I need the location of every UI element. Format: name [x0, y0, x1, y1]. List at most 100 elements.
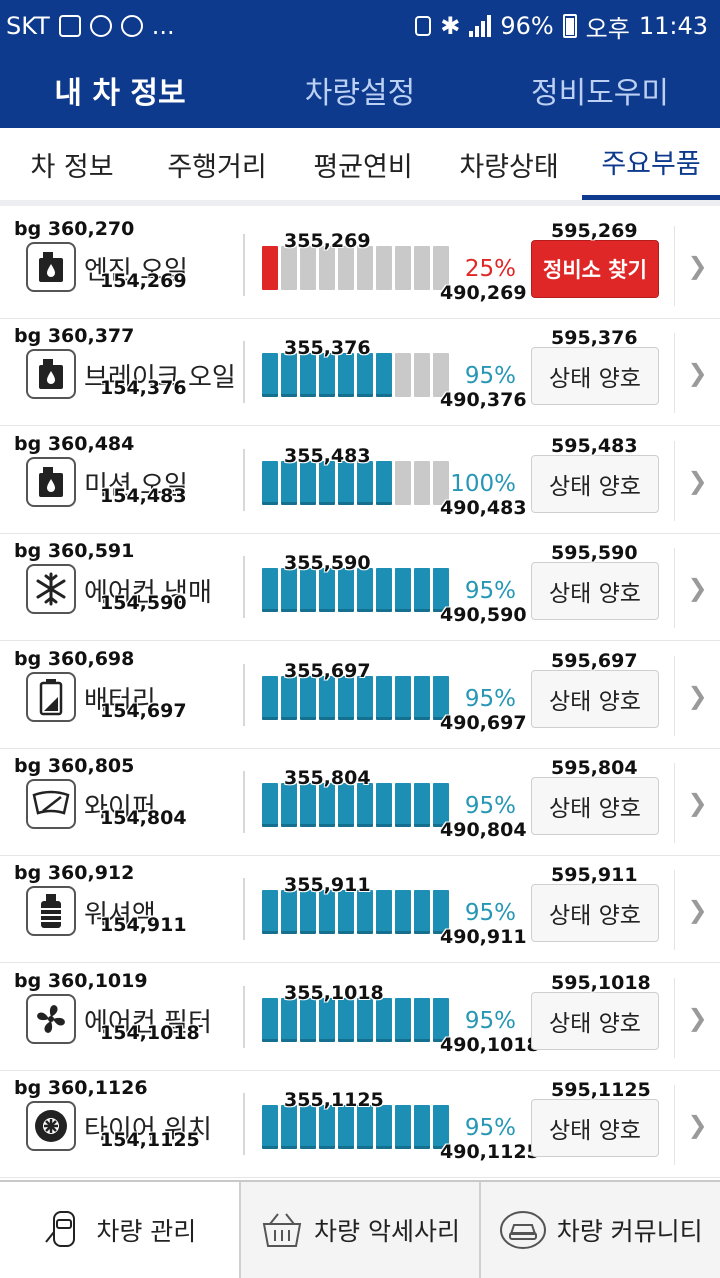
level-bar-segment	[281, 246, 297, 290]
level-bar-segment	[281, 783, 297, 827]
bg-overlay-label: bg 360,1126	[14, 1077, 148, 1100]
level-bar-segment	[357, 675, 373, 720]
level-bar-segment	[319, 890, 335, 935]
row-divider	[243, 341, 245, 404]
part-sub-overlay: 154,911	[100, 914, 187, 937]
level-bar-segment	[262, 1105, 278, 1150]
status-good-button[interactable]: 상태 양호	[531, 1099, 659, 1158]
row-divider	[243, 985, 245, 1048]
subtab-main-parts[interactable]: 주요부품	[582, 128, 720, 200]
bar-bottom-overlay: 490,697	[440, 711, 527, 734]
bar-bottom-overlay: 490,590	[440, 604, 527, 627]
level-bar-segment	[281, 353, 297, 398]
sub-tab-bar: 차 정보 주행거리 평균연비 차량상태 주요부품	[0, 128, 720, 206]
row-divider	[243, 878, 245, 941]
status-good-button[interactable]: 상태 양호	[531, 991, 659, 1050]
chevron-right-icon[interactable]: ❯	[674, 977, 720, 1058]
bg-overlay-label: bg 360,805	[14, 755, 135, 777]
part-row[interactable]: 타이어 위치 bg 360,1126 154,1125 355,1125 95%…	[0, 1071, 720, 1179]
car-chat-icon	[499, 1211, 546, 1249]
part-row[interactable]: 배터리 bg 360,698 154,697 355,697 95% 490,6…	[0, 642, 720, 749]
battery-percent: 96%	[500, 12, 554, 40]
status-good-button[interactable]: 상태 양호	[531, 777, 659, 835]
subtab-mileage[interactable]: 주행거리	[144, 128, 290, 200]
bar-bottom-overlay: 490,483	[440, 496, 527, 519]
bar-top-overlay: 355,911	[284, 874, 371, 897]
bottom-nav: 차량 관리 차량 악세사리 차량 커뮤니티	[0, 1180, 720, 1278]
level-bar-segment	[395, 246, 411, 290]
part-row[interactable]: 워셔액 bg 360,912 154,911 355,911 95% 490,9…	[0, 856, 720, 964]
chevron-right-icon[interactable]: ❯	[674, 763, 720, 843]
chevron-right-icon[interactable]: ❯	[674, 440, 720, 521]
chevron-right-icon[interactable]: ❯	[674, 548, 720, 629]
bar-bottom-overlay: 490,804	[440, 819, 527, 841]
subtab-fuel-economy[interactable]: 평균연비	[290, 128, 436, 200]
nav-community[interactable]: 차량 커뮤니티	[479, 1182, 720, 1278]
clock: 11:43	[638, 12, 708, 40]
level-bar-segment	[357, 890, 373, 935]
chevron-right-icon[interactable]: ❯	[674, 226, 720, 306]
level-bar-segment	[262, 675, 278, 720]
nav-accessories-label: 차량 악세사리	[314, 1217, 460, 1246]
snowflake-icon	[26, 564, 76, 615]
button-top-overlay: 595,1125	[551, 1079, 651, 1102]
button-top-overlay: 595,911	[551, 864, 638, 887]
level-bar-segment	[414, 997, 430, 1042]
bar-top-overlay: 355,269	[284, 230, 371, 252]
chevron-right-icon[interactable]: ❯	[674, 655, 720, 736]
part-row[interactable]: 엔진 오일 bg 360,270 154,269 355,269 25% 490…	[0, 212, 720, 319]
nav-car-manage-label: 차량 관리	[96, 1217, 197, 1246]
level-percent: 95%	[464, 685, 516, 712]
bar-top-overlay: 355,1125	[284, 1089, 384, 1112]
level-bar-segment	[338, 246, 354, 290]
status-good-button[interactable]: 상태 양호	[531, 562, 659, 621]
tab-my-car[interactable]: 내 차 정보	[0, 52, 240, 128]
level-bar-segment	[357, 568, 373, 613]
tab-maintenance-helper[interactable]: 정비도우미	[480, 52, 720, 128]
status-good-button[interactable]: 상태 양호	[531, 669, 659, 728]
part-row[interactable]: 브레이크 오일 bg 360,377 154,376 355,376 95% 4…	[0, 319, 720, 427]
chevron-right-icon[interactable]: ❯	[674, 1085, 720, 1166]
part-row[interactable]: 와이퍼 bg 360,805 154,804 355,804 95% 490,8…	[0, 749, 720, 856]
part-row[interactable]: 에어컨 냉매 bg 360,591 154,590 355,590 95% 49…	[0, 534, 720, 642]
button-top-overlay: 595,1018	[551, 971, 651, 994]
level-bar-segment	[281, 460, 297, 505]
subtab-car-info[interactable]: 차 정보	[0, 128, 144, 200]
level-bar-segment	[262, 783, 278, 827]
subtab-car-status[interactable]: 차량상태	[436, 128, 582, 200]
status-good-button[interactable]: 상태 양호	[531, 454, 659, 513]
tire-icon	[26, 1101, 76, 1152]
level-bar-segment	[300, 246, 316, 290]
battery-icon	[26, 671, 76, 722]
wiper-icon	[26, 779, 76, 829]
ampm-label: 오후	[585, 14, 630, 43]
level-bar-segment	[338, 675, 354, 720]
level-bar-segment	[376, 1105, 392, 1150]
level-bar	[262, 890, 449, 935]
nav-accessories[interactable]: 차량 악세사리	[238, 1182, 480, 1278]
find-repair-shop-button[interactable]: 정비소 찾기	[531, 240, 659, 298]
bar-top-overlay: 355,590	[284, 552, 371, 575]
tab-car-settings[interactable]: 차량설정	[240, 52, 480, 128]
part-row[interactable]: 에어컨 필터 bg 360,1019 154,1018 355,1018 95%…	[0, 964, 720, 1071]
part-row[interactable]: 미션 오일 bg 360,484 154,483 355,483 100% 49…	[0, 427, 720, 534]
level-bar-segment	[414, 568, 430, 613]
level-bar-segment	[300, 460, 316, 505]
chevron-right-icon[interactable]: ❯	[674, 870, 720, 951]
button-top-overlay: 595,590	[551, 542, 638, 565]
level-bar-segment	[395, 1105, 411, 1150]
level-bar	[262, 246, 449, 290]
level-bar-segment	[414, 1105, 430, 1150]
level-bar-segment	[376, 246, 392, 290]
button-top-overlay: 595,269	[551, 220, 638, 242]
level-bar-segment	[357, 997, 373, 1042]
chevron-right-icon[interactable]: ❯	[674, 333, 720, 414]
status-good-button[interactable]: 상태 양호	[531, 884, 659, 943]
nav-car-manage[interactable]: 차량 관리	[0, 1182, 239, 1278]
fan-icon	[26, 993, 76, 1044]
level-bar	[262, 675, 449, 720]
oil-can-icon	[26, 349, 76, 400]
bg-overlay-label: bg 360,591	[14, 540, 135, 563]
level-bar-segment	[414, 783, 430, 827]
status-good-button[interactable]: 상태 양호	[531, 347, 659, 406]
